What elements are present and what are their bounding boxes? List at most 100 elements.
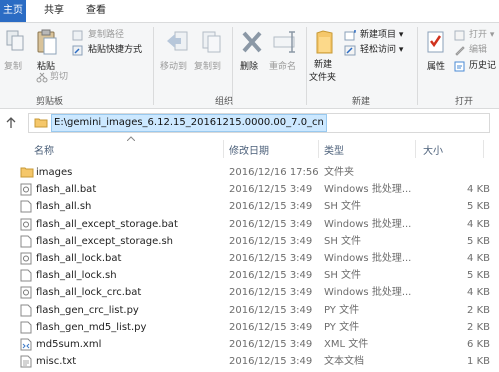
copy-icon[interactable] — [5, 29, 25, 53]
tab-home[interactable]: 主页 — [0, 0, 26, 22]
file-name[interactable]: flash_all_except_storage.sh — [36, 233, 173, 250]
new-item-button[interactable]: 新建项目 ▾ — [360, 29, 403, 41]
column-header-size[interactable]: 大小 — [423, 142, 443, 157]
properties-icon[interactable] — [426, 29, 446, 55]
paste-shortcut-button[interactable]: 粘贴快捷方式 — [88, 44, 142, 56]
file-type: Windows 批处理... — [324, 184, 412, 196]
file-size: 5 KB — [467, 235, 490, 247]
file-date: 2016/12/15 3:49 — [229, 218, 313, 230]
properties-button[interactable]: 属性 — [427, 59, 445, 72]
paste-shortcut-icon — [72, 45, 84, 56]
file-type: Windows 批处理... — [324, 287, 412, 299]
file-name[interactable]: flash_all_except_storage.bat — [36, 216, 178, 233]
history-button[interactable]: 历史记 — [469, 60, 496, 72]
file-date: 2016/12/15 3:49 — [229, 287, 313, 299]
rename-icon[interactable] — [272, 29, 300, 55]
move-to-button[interactable]: 移动到 — [160, 59, 187, 72]
file-row[interactable]: flash_all.bat 2016/12/15 3:49 Windows 批处理.… — [14, 181, 499, 198]
easy-access-button[interactable]: 轻松访问 ▾ — [360, 44, 403, 56]
xml-file-icon — [20, 338, 32, 351]
column-header-type[interactable]: 类型 — [324, 142, 344, 157]
file-icon — [20, 304, 32, 317]
file-icon — [20, 200, 32, 213]
file-name[interactable]: misc.txt — [36, 353, 76, 370]
new-folder-label-2[interactable]: 文件夹 — [309, 70, 336, 83]
file-size: 5 KB — [467, 201, 490, 213]
rename-button[interactable]: 重命名 — [269, 59, 296, 72]
file-icon — [20, 235, 32, 248]
file-size: 6 KB — [467, 339, 490, 350]
copy-path-button[interactable]: 复制路径 — [88, 29, 124, 41]
open-group-label: 打开 — [455, 97, 474, 107]
address-input[interactable]: E:\gemini_images_6.12.15_20161215.0000.0… — [51, 114, 327, 132]
column-divider[interactable] — [318, 140, 319, 158]
clipboard-group-label: 剪贴板 — [36, 97, 64, 107]
up-arrow-icon[interactable] — [5, 117, 17, 129]
file-name[interactable]: flash_gen_md5_list.py — [36, 319, 146, 336]
batch-file-icon — [20, 218, 32, 231]
file-row[interactable]: flash_all_lock_crc.bat 2016/12/15 3:49 Win… — [14, 284, 499, 301]
file-row[interactable]: flash_gen_crc_list.py 2016/12/15 3:49 PY 文… — [14, 302, 499, 319]
file-row[interactable]: flash_all_lock.bat 2016/12/15 3:49 Windows… — [14, 250, 499, 267]
file-type: 文件夹 — [324, 167, 354, 178]
file-size: 4 KB — [467, 287, 490, 299]
file-size: 4 KB — [467, 184, 490, 196]
file-type: XML 文件 — [324, 339, 369, 350]
new-folder-label-1[interactable]: 新建 — [314, 57, 332, 70]
file-name[interactable]: images — [36, 164, 72, 181]
file-name[interactable]: flash_all_lock.bat — [36, 250, 121, 267]
new-folder-icon[interactable] — [315, 29, 335, 55]
file-row[interactable]: images 2016/12/16 17:56 文件夹 — [14, 164, 499, 181]
file-type: SH 文件 — [324, 201, 362, 213]
open-button[interactable]: 打开 ▾ — [469, 29, 494, 41]
file-row[interactable]: md5sum.xml 2016/12/15 3:49 XML 文件 6 KB — [14, 336, 499, 353]
organize-group-label: 组织 — [215, 97, 234, 107]
paste-icon[interactable] — [36, 28, 58, 56]
file-row[interactable]: flash_gen_md5_list.py 2016/12/15 3:49 PY 文… — [14, 319, 499, 336]
column-divider[interactable] — [483, 140, 484, 158]
copy-to-icon[interactable] — [200, 29, 224, 55]
file-name[interactable]: flash_all_lock_crc.bat — [36, 284, 141, 301]
ribbon: 复制 粘贴 复制路径 粘贴快捷方式 剪切 剪贴板 移动到 复制到 删除 重命名 … — [0, 22, 499, 109]
file-size — [432, 164, 490, 181]
file-name[interactable]: flash_all.sh — [36, 198, 91, 215]
edit-button[interactable]: 编辑 — [469, 44, 487, 56]
batch-file-icon — [20, 286, 32, 299]
batch-file-icon — [20, 252, 32, 265]
delete-icon[interactable] — [241, 29, 263, 55]
file-row[interactable]: flash_all_lock.sh 2016/12/15 3:49 SH 文件 5 K… — [14, 267, 499, 284]
cut-button[interactable]: 剪切 — [50, 71, 68, 83]
file-date: 2016/12/15 3:49 — [229, 201, 313, 213]
file-date: 2016/12/15 3:49 — [229, 270, 313, 282]
file-date: 2016/12/16 17:56 — [229, 167, 319, 178]
column-header-modified[interactable]: 修改日期 — [229, 142, 269, 157]
file-row[interactable]: flash_all.sh 2016/12/15 3:49 SH 文件 5 KB — [14, 198, 499, 215]
file-row[interactable]: misc.txt 2016/12/15 3:49 文本文档 1 KB — [14, 353, 499, 370]
file-name[interactable]: flash_all_lock.sh — [36, 267, 117, 284]
tab-share[interactable]: 共享 — [40, 0, 68, 22]
copy-button[interactable]: 复制 — [4, 59, 22, 72]
file-size: 4 KB — [467, 253, 490, 264]
copy-to-button[interactable]: 复制到 — [194, 59, 221, 72]
column-divider[interactable] — [223, 140, 224, 158]
file-row[interactable]: flash_all_except_storage.bat 2016/12/15 3… — [14, 216, 499, 233]
file-date: 2016/12/15 3:49 — [229, 339, 313, 350]
sort-up-icon — [127, 136, 135, 141]
column-header-name[interactable]: 名称 — [34, 142, 54, 157]
history-icon — [454, 61, 466, 72]
new-item-icon — [344, 30, 357, 41]
move-to-icon[interactable] — [165, 29, 189, 55]
delete-button[interactable]: 删除 — [240, 59, 258, 72]
file-name[interactable]: md5sum.xml — [36, 336, 101, 353]
file-row[interactable]: flash_all_except_storage.sh 2016/12/15 3:… — [14, 233, 499, 250]
column-divider[interactable] — [415, 140, 416, 158]
copy-path-icon — [72, 30, 84, 41]
file-icon — [20, 269, 32, 282]
file-size: 2 KB — [467, 321, 490, 333]
file-date: 2016/12/15 3:49 — [229, 304, 313, 316]
batch-file-icon — [20, 183, 32, 196]
file-name[interactable]: flash_gen_crc_list.py — [36, 302, 139, 319]
file-icon — [20, 321, 32, 334]
tab-view[interactable]: 查看 — [82, 0, 110, 22]
file-name[interactable]: flash_all.bat — [36, 181, 96, 198]
